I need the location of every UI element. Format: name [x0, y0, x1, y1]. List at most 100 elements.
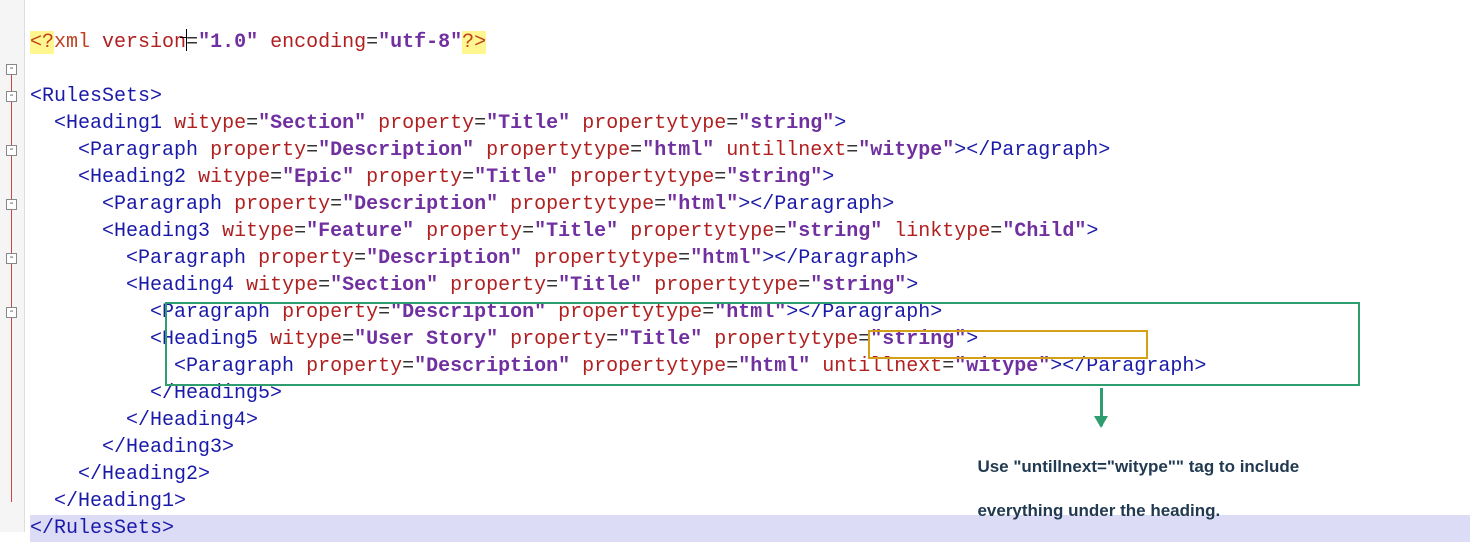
- attr-value: "Title": [534, 220, 618, 243]
- attr: property: [282, 301, 378, 324]
- attr-value: "string": [738, 112, 834, 135]
- attr: property: [234, 193, 330, 216]
- annotation-line-2: everything under the heading.: [977, 501, 1220, 520]
- xml-tag-close: ></Paragraph>: [1050, 355, 1206, 378]
- xml-tag: <Paragraph: [102, 193, 222, 216]
- annotation-line-1: Use "untillnext="witype"" tag to include: [977, 457, 1299, 476]
- xml-tag: <Paragraph: [78, 139, 198, 162]
- attr-value: "html": [666, 193, 738, 216]
- xml-tag: </Heading3>: [102, 436, 234, 459]
- attr-value: "string": [870, 328, 966, 351]
- xml-tag: <Heading2: [78, 166, 186, 189]
- fold-toggle[interactable]: -: [6, 307, 17, 318]
- attr-value: "Description": [414, 355, 570, 378]
- attr: witype: [246, 274, 318, 297]
- attr-value: "string": [786, 220, 882, 243]
- attr: untillnext: [822, 355, 942, 378]
- attr: encoding: [270, 31, 366, 54]
- attr: propertytype: [510, 193, 654, 216]
- attr: property: [258, 247, 354, 270]
- attr-value: "Title": [618, 328, 702, 351]
- attr-value: "Description": [342, 193, 498, 216]
- attr-value: "User Story": [354, 328, 498, 351]
- attr-value: "witype": [954, 355, 1050, 378]
- attr: property: [366, 166, 462, 189]
- attr-value: "Child": [1002, 220, 1086, 243]
- xml-tag-close: ></Paragraph>: [954, 139, 1110, 162]
- attr-value: "Section": [258, 112, 366, 135]
- attr: untillnext: [726, 139, 846, 162]
- attr: property: [450, 274, 546, 297]
- xml-tag: <Heading1: [54, 112, 162, 135]
- attr: witype: [198, 166, 270, 189]
- attr-value: "string": [810, 274, 906, 297]
- attr-value: "Section": [330, 274, 438, 297]
- attr: propertytype: [558, 301, 702, 324]
- attr-value: "html": [738, 355, 810, 378]
- attr-value: "utf-8": [378, 31, 462, 54]
- attr-value: "1.0": [198, 31, 258, 54]
- attr: witype: [270, 328, 342, 351]
- xml-tag-close: ></Paragraph>: [762, 247, 918, 270]
- attr-value: "Title": [486, 112, 570, 135]
- attr-value: "Description": [318, 139, 474, 162]
- xml-tag: <Paragraph: [126, 247, 246, 270]
- attr: propertytype: [630, 220, 774, 243]
- attr: linktype: [894, 220, 990, 243]
- attr: propertytype: [486, 139, 630, 162]
- xml-tag: <Paragraph: [150, 301, 270, 324]
- attr: property: [426, 220, 522, 243]
- attr: propertytype: [570, 166, 714, 189]
- xml-tag: </Heading5>: [150, 382, 282, 405]
- xml-tag: <Heading3: [102, 220, 210, 243]
- xml-tag: <Paragraph: [174, 355, 294, 378]
- attr-value: "html": [690, 247, 762, 270]
- xml-tag: </Heading1>: [54, 490, 186, 513]
- attr: propertytype: [582, 355, 726, 378]
- attr-value: "Description": [390, 301, 546, 324]
- xml-tag: </Heading2>: [78, 463, 210, 486]
- attr-value: "Title": [558, 274, 642, 297]
- xml-tag-close: >: [822, 166, 834, 189]
- xml-pi-name: xml: [54, 31, 90, 54]
- xml-tag: <RulesSets>: [30, 85, 162, 108]
- attr-value: "Epic": [282, 166, 354, 189]
- xml-tag: </Heading4>: [126, 409, 258, 432]
- attr: property: [306, 355, 402, 378]
- fold-toggle[interactable]: -: [6, 199, 17, 210]
- attr: propertytype: [714, 328, 858, 351]
- xml-tag: </RulesSets>: [30, 517, 174, 540]
- attr-value: "Title": [474, 166, 558, 189]
- attr-value: "Description": [366, 247, 522, 270]
- xml-tag-close: >: [966, 328, 978, 351]
- attr: property: [510, 328, 606, 351]
- attr-value: "Feature": [306, 220, 414, 243]
- fold-gutter: - - - - - -: [0, 0, 25, 532]
- attr: property: [210, 139, 306, 162]
- xml-tag-close: >: [1086, 220, 1098, 243]
- attr: property: [378, 112, 474, 135]
- attr-value: "string": [726, 166, 822, 189]
- fold-toggle[interactable]: -: [6, 64, 17, 75]
- attr: propertytype: [654, 274, 798, 297]
- attr: propertytype: [582, 112, 726, 135]
- attr-value: "html": [642, 139, 714, 162]
- xml-tag-close: ></Paragraph>: [738, 193, 894, 216]
- xml-tag-close: >: [834, 112, 846, 135]
- arrow-icon: [1100, 388, 1103, 426]
- fold-toggle[interactable]: -: [6, 91, 17, 102]
- attr: witype: [174, 112, 246, 135]
- xml-tag: <Heading4: [126, 274, 234, 297]
- attr-value: "witype": [858, 139, 954, 162]
- xml-tag-close: >: [906, 274, 918, 297]
- fold-toggle[interactable]: -: [6, 253, 17, 264]
- attr: propertytype: [534, 247, 678, 270]
- fold-toggle[interactable]: -: [6, 145, 17, 156]
- xml-pi-open: <?: [30, 31, 54, 54]
- attr: version: [102, 31, 186, 54]
- xml-pi-close: ?>: [462, 31, 486, 54]
- xml-tag: <Heading5: [150, 328, 258, 351]
- xml-tag-close: ></Paragraph>: [786, 301, 942, 324]
- attr: witype: [222, 220, 294, 243]
- attr-value: "html": [714, 301, 786, 324]
